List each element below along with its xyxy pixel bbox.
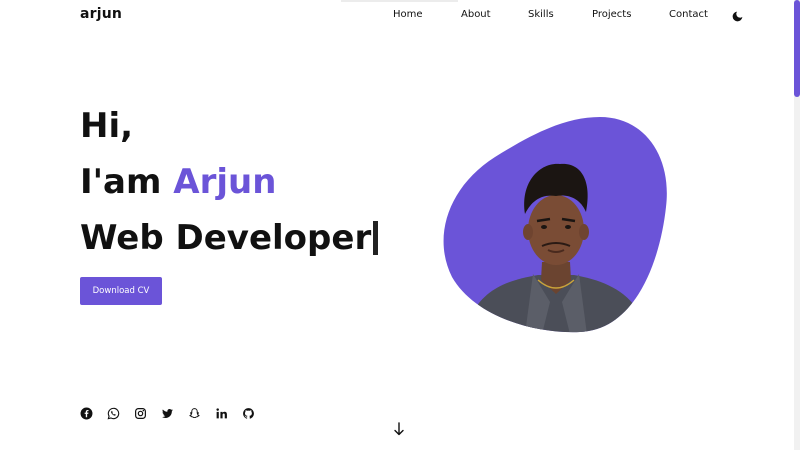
page-scrollbar[interactable] bbox=[794, 0, 800, 450]
typing-cursor bbox=[373, 221, 379, 255]
whatsapp-icon[interactable] bbox=[107, 407, 120, 420]
profile-image bbox=[440, 112, 672, 337]
nav-about[interactable]: About bbox=[461, 9, 491, 20]
hero-name: Arjun bbox=[173, 162, 277, 202]
main-nav: Home About Skills Projects Contact bbox=[0, 9, 800, 23]
hero-intro: I'am Arjun bbox=[80, 163, 276, 201]
nav-projects[interactable]: Projects bbox=[592, 9, 631, 20]
hero-role: Web Developer bbox=[80, 218, 372, 258]
site-header: arjun Home About Skills Projects Contact bbox=[0, 0, 800, 32]
hero-greeting: Hi, bbox=[80, 106, 134, 146]
instagram-icon[interactable] bbox=[134, 407, 147, 420]
moon-icon[interactable] bbox=[731, 8, 744, 22]
twitter-icon[interactable] bbox=[161, 407, 174, 420]
facebook-icon[interactable] bbox=[80, 407, 93, 420]
arrow-down-icon[interactable] bbox=[393, 421, 405, 436]
download-cv-button[interactable]: Download CV bbox=[80, 277, 162, 305]
hero-intro-prefix: I'am bbox=[80, 162, 174, 202]
hero-role-line: Web Developer bbox=[80, 218, 379, 258]
nav-home[interactable]: Home bbox=[393, 9, 423, 20]
nav-contact[interactable]: Contact bbox=[669, 9, 708, 20]
github-icon[interactable] bbox=[242, 407, 255, 420]
linkedin-icon[interactable] bbox=[215, 407, 228, 420]
nav-skills[interactable]: Skills bbox=[528, 9, 554, 20]
snapchat-icon[interactable] bbox=[188, 407, 201, 420]
scrollbar-thumb[interactable] bbox=[794, 0, 800, 97]
